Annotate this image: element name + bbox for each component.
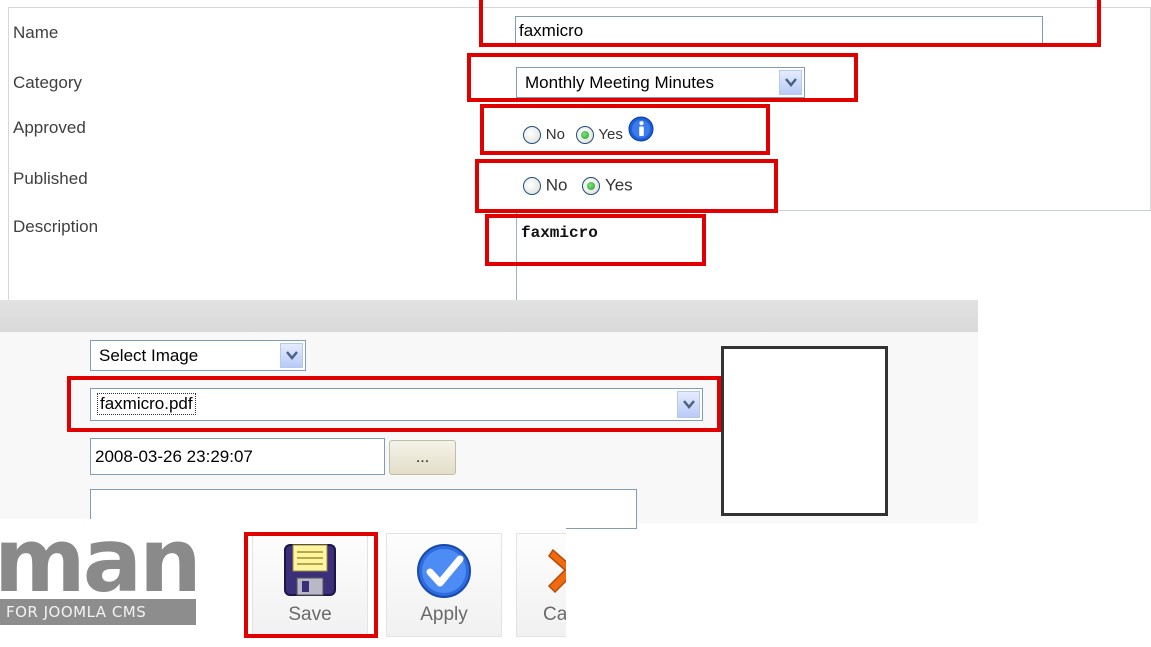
cancel-x-icon — [543, 542, 566, 603]
category-highlight-box — [467, 53, 858, 102]
description-label: Description — [13, 217, 99, 236]
apply-button-label: Apply — [420, 604, 468, 625]
published-label: Published — [13, 169, 88, 188]
chevron-down-icon[interactable] — [280, 343, 303, 368]
apply-button[interactable]: Apply — [386, 533, 502, 637]
date-input[interactable]: 2008-03-26 23:29:07 — [90, 438, 385, 475]
name-highlight-box — [479, 0, 1101, 47]
app-logo: man — [0, 519, 202, 612]
approved-highlight-box — [480, 104, 770, 155]
toolbar-panel: man FOR JOOMLA CMS Save Apply Ca — [0, 519, 566, 647]
document-edit-form: Name Category Approved Published Descrip… — [0, 0, 1151, 300]
file-select-highlight-box — [67, 376, 721, 432]
published-highlight-box — [475, 159, 778, 213]
name-label: Name — [13, 23, 59, 42]
logo-tagline: FOR JOOMLA CMS — [0, 599, 196, 625]
form-border-left — [8, 7, 9, 300]
cancel-button[interactable]: Ca — [516, 533, 566, 637]
save-highlight-box — [244, 532, 378, 638]
cancel-button-label: Ca — [543, 604, 566, 625]
panel-header-band — [0, 300, 978, 332]
description-highlight-box — [485, 214, 706, 266]
image-select-value: Select Image — [99, 346, 199, 365]
image-select[interactable]: Select Image — [90, 340, 306, 371]
thumbnail-preview — [721, 346, 888, 516]
checkmark-icon — [415, 542, 473, 605]
category-label: Category — [13, 73, 82, 92]
date-picker-button[interactable]: ... — [389, 440, 456, 475]
approved-label: Approved — [13, 118, 86, 137]
file-settings-panel: Select Image faxmicro.pdf 2008-03-26 23:… — [0, 300, 978, 529]
